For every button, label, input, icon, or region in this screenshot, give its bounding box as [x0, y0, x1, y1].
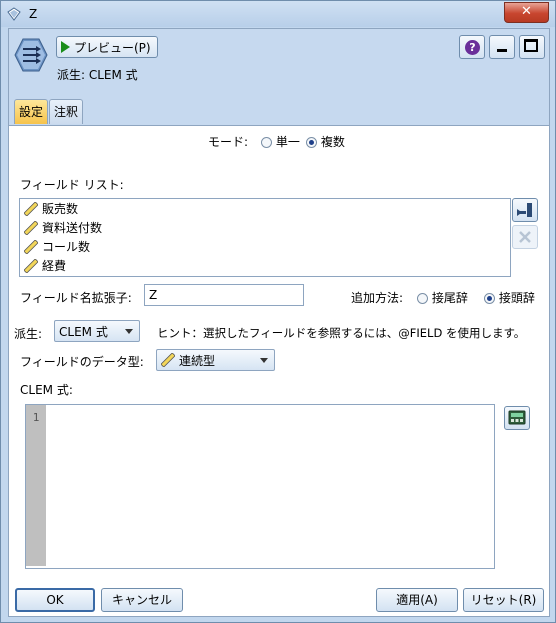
datatype-value: 連続型	[179, 353, 216, 368]
line-number-gutter: 1	[26, 405, 46, 566]
expression-builder-button[interactable]	[504, 406, 530, 430]
datatype-dropdown[interactable]: 連続型	[156, 349, 275, 371]
prefix-label: 接頭辞	[498, 291, 535, 305]
field-name: コール数	[42, 240, 91, 254]
field-picker-button[interactable]	[512, 198, 538, 222]
ok-button[interactable]: OK	[15, 588, 95, 612]
close-button[interactable]: ✕	[504, 2, 549, 23]
delete-icon	[519, 231, 531, 243]
continuous-type-icon	[161, 353, 175, 367]
window-title: Z	[29, 7, 38, 21]
play-icon	[61, 41, 70, 53]
datatype-label: フィールドのデータ型:	[20, 355, 144, 369]
mode-single-option[interactable]: 単一	[261, 133, 300, 150]
clem-expression-editor[interactable]: 1	[25, 404, 495, 569]
preview-button[interactable]: プレビュー(P)	[56, 36, 158, 58]
suffix-radio[interactable]	[417, 293, 428, 304]
app-icon	[7, 7, 21, 21]
prefix-option[interactable]: 接頭辞	[484, 289, 535, 306]
continuous-field-icon	[24, 258, 38, 273]
maximize-icon	[524, 39, 538, 52]
derive-node-icon	[14, 38, 48, 72]
field-name: 経費	[42, 259, 67, 273]
cancel-button[interactable]: キャンセル	[101, 588, 183, 612]
suffix-option[interactable]: 接尾辞	[417, 289, 468, 306]
tab-annotation[interactable]: 注釈	[49, 99, 84, 124]
mode-label: モード:	[208, 135, 249, 149]
dialog-body: プレビュー(P) 派生: CLEM 式 ? 設定 注釈 モード: 単一 複数 フ…	[8, 28, 550, 617]
title-bar[interactable]: Z ✕	[1, 1, 555, 27]
mode-single-radio[interactable]	[261, 137, 272, 148]
field-name: 販売数	[42, 202, 79, 216]
maximize-button[interactable]	[519, 35, 545, 59]
mode-single-label: 単一	[275, 135, 300, 149]
field-picker-icon	[517, 203, 532, 217]
list-item[interactable]: 販売数	[20, 199, 510, 218]
remove-field-button[interactable]	[512, 225, 538, 249]
extension-label: フィールド名拡張子:	[20, 291, 132, 305]
prefix-radio[interactable]	[484, 293, 495, 304]
tab-settings[interactable]: 設定	[14, 99, 49, 124]
derive-type-value: CLEM 式	[59, 324, 108, 339]
list-item[interactable]: 資料送付数	[20, 218, 510, 237]
calculator-icon	[508, 410, 526, 425]
node-type-label: 派生: CLEM 式	[57, 68, 138, 82]
continuous-field-icon	[24, 239, 38, 254]
add-method-label: 追加方法:	[351, 291, 404, 305]
continuous-field-icon	[24, 201, 38, 216]
continuous-field-icon	[24, 220, 38, 235]
list-item[interactable]: 経費	[20, 256, 510, 275]
apply-button[interactable]: 適用(A)	[376, 588, 458, 612]
preview-label: プレビュー(P)	[74, 40, 151, 55]
tab-strip: 設定 注釈	[9, 95, 549, 126]
chevron-down-icon	[260, 358, 268, 363]
line-number: 1	[32, 411, 40, 424]
reset-button[interactable]: リセット(R)	[463, 588, 544, 612]
dialog-window: Z ✕ プレビュー(P) 派生: CLEM 式 ? 設定 注釈 モード: 単一 …	[0, 0, 556, 623]
derive-type-dropdown[interactable]: CLEM 式	[54, 320, 140, 342]
minimize-icon	[497, 49, 507, 52]
help-icon: ?	[465, 40, 480, 55]
extension-input[interactable]: Z	[144, 284, 304, 306]
help-button[interactable]: ?	[459, 35, 485, 59]
mode-multiple-label: 複数	[320, 135, 345, 149]
minimize-button[interactable]	[489, 35, 515, 59]
list-item[interactable]: コール数	[20, 237, 510, 256]
clem-label: CLEM 式:	[20, 383, 73, 397]
mode-multiple-option[interactable]: 複数	[306, 133, 345, 150]
chevron-down-icon	[125, 329, 133, 334]
field-list-label: フィールド リスト:	[20, 178, 124, 192]
node-header: プレビュー(P) 派生: CLEM 式 ?	[9, 29, 549, 95]
derive-label: 派生:	[14, 327, 43, 341]
field-list[interactable]: 販売数 資料送付数 コール数 経費	[19, 198, 511, 277]
mode-multiple-radio[interactable]	[306, 137, 317, 148]
suffix-label: 接尾辞	[431, 291, 468, 305]
field-name: 資料送付数	[42, 221, 103, 235]
hint-text: ヒント：選択したフィールドを参照するには、@FIELD を使用します。	[157, 326, 526, 340]
